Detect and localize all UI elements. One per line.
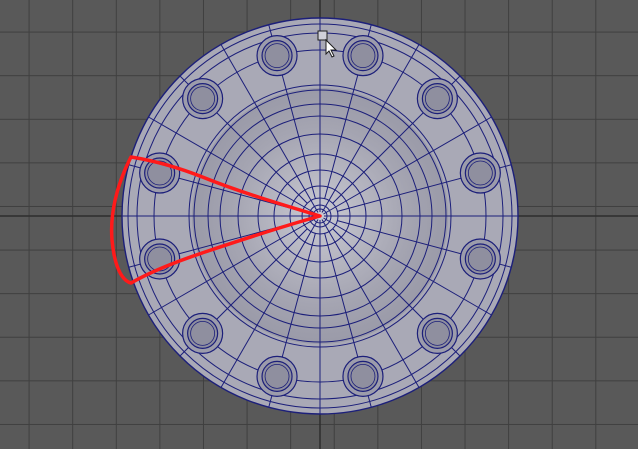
viewport-canvas[interactable]	[0, 0, 638, 449]
cursor-square-icon	[317, 30, 328, 41]
bolt-hole[interactable]	[256, 35, 298, 77]
bolt-hole[interactable]	[342, 355, 384, 397]
bolt-hole[interactable]	[256, 355, 298, 397]
bolt-hole[interactable]	[459, 152, 501, 194]
bolt-hole[interactable]	[182, 78, 224, 120]
bolt-hole[interactable]	[416, 312, 458, 354]
flange-model[interactable]	[0, 0, 638, 449]
bolt-hole[interactable]	[139, 238, 181, 280]
bolt-hole[interactable]	[416, 78, 458, 120]
bolt-hole[interactable]	[459, 238, 501, 280]
bolt-hole[interactable]	[182, 312, 224, 354]
bolt-hole[interactable]	[342, 35, 384, 77]
